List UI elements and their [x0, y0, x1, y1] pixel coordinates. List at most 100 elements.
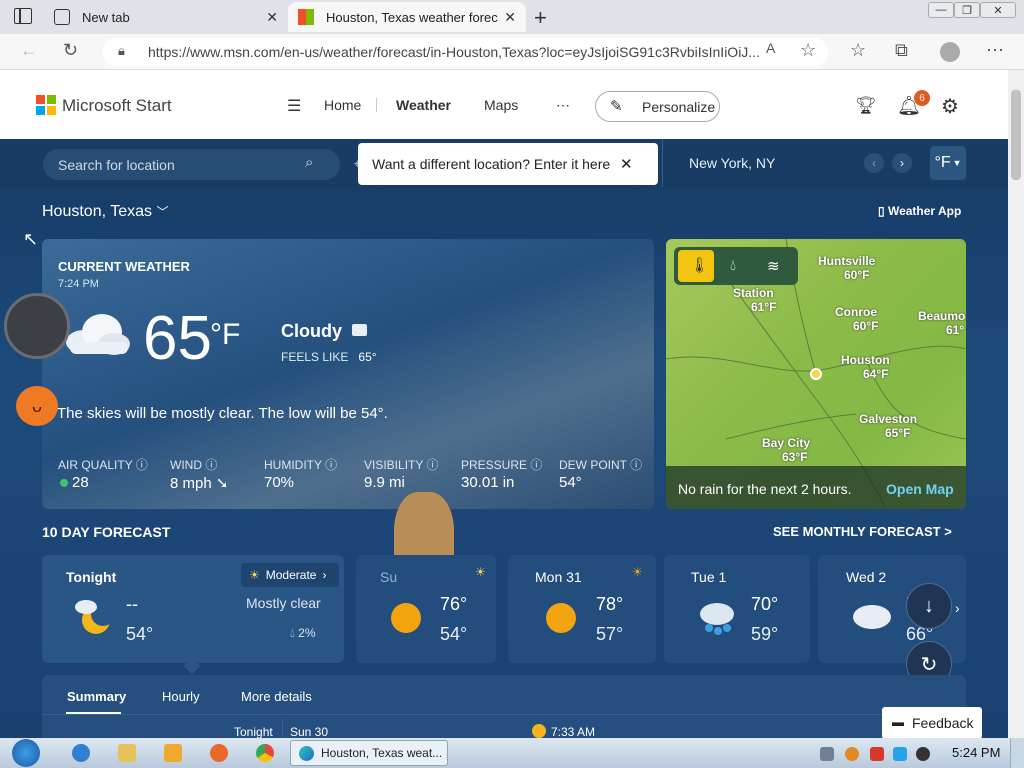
show-desktop-button[interactable] — [1010, 738, 1024, 768]
settings-gear-icon[interactable]: ⚙ — [941, 94, 959, 119]
chrome-icon[interactable] — [256, 744, 274, 762]
restore-button[interactable]: ❐ — [954, 2, 980, 18]
minimize-button[interactable]: — — [928, 2, 954, 18]
sunny-icon — [391, 603, 421, 633]
refresh-icon[interactable]: ↻ — [63, 40, 78, 61]
personalize-button[interactable]: ✎ Personalize — [595, 91, 720, 122]
scrollbar-thumb[interactable] — [1011, 90, 1021, 180]
media-player-icon[interactable] — [164, 744, 182, 762]
close-window-button[interactable]: ✕ — [980, 2, 1016, 18]
condition-text: Cloudy — [281, 321, 342, 341]
url-field[interactable]: 🔒︎ https://www.msn.com/en-us/weather/for… — [102, 38, 828, 66]
brand-name[interactable]: Microsoft Start — [62, 96, 172, 116]
tray-network-icon[interactable] — [820, 747, 834, 761]
tab-title: New tab — [82, 9, 130, 25]
sun-badge-icon: ☀ — [632, 565, 643, 579]
back-icon[interactable]: ← — [20, 40, 38, 61]
monthly-forecast-link[interactable]: SEE MONTHLY FORECAST > — [773, 524, 952, 539]
hamburger-menu-icon[interactable]: ☰ — [287, 96, 301, 116]
lock-icon[interactable]: 🔒︎ — [118, 43, 125, 59]
temperature-layer-button[interactable]: 🌡︎ — [678, 250, 714, 282]
scroll-down-arrow-icon[interactable]: ↓ — [906, 583, 952, 629]
location-search-input[interactable]: Search for location ⌕ — [43, 149, 340, 180]
taskbar-clock[interactable]: 5:24 PM — [952, 745, 1000, 760]
location-selector[interactable]: Houston, Texas ﹀ — [42, 203, 168, 221]
forecast-heading: 10 DAY FORECAST — [42, 524, 171, 540]
tooltip-text: Want a different location? Enter it here — [372, 156, 611, 172]
edge-icon — [299, 746, 314, 761]
pumpkin-icon[interactable]: ᴗ — [16, 386, 58, 426]
tray-display-icon[interactable] — [893, 747, 907, 761]
floating-widget-avatar[interactable] — [4, 293, 70, 359]
map-city-beaumont: Beaumo 61° — [918, 309, 966, 337]
close-tab-icon[interactable]: ✕ — [504, 9, 516, 26]
open-map-link[interactable]: Open Map — [886, 481, 954, 497]
rewards-trophy-icon[interactable]: 🏆︎ — [855, 96, 877, 116]
current-time: 7:24 PM — [58, 278, 99, 290]
new-tab-button[interactable]: + — [534, 5, 547, 31]
tab-more-details[interactable]: More details — [241, 689, 312, 704]
row-label-tonight: Tonight — [234, 725, 273, 739]
tray-search-icon[interactable] — [845, 747, 859, 761]
close-tab-icon[interactable]: ✕ — [266, 9, 278, 26]
weather-app-link[interactable]: ▯ Weather App — [878, 204, 961, 218]
next-city-icon[interactable]: › — [892, 153, 912, 173]
precip-chance: 💧︎ 2% — [290, 626, 316, 640]
more-nav-icon[interactable]: ⋯ — [556, 97, 570, 114]
microsoft-logo-icon[interactable] — [36, 95, 56, 115]
tab-new-tab[interactable]: New tab ✕ — [44, 2, 288, 32]
stat-visibility-value: 9.9 mi — [364, 474, 405, 491]
sunrise-time: 7:33 AM — [551, 725, 596, 739]
tab-hourly[interactable]: Hourly — [162, 689, 200, 704]
divider — [662, 139, 663, 187]
close-tooltip-icon[interactable]: ✕ — [620, 155, 633, 173]
more-menu-icon[interactable]: ⋯ — [986, 40, 1004, 61]
row-label-sun: Sun 30 — [290, 725, 329, 739]
collections-icon[interactable]: ⧉ — [895, 40, 908, 61]
thermometer-icon: 🌡︎ — [690, 257, 710, 274]
nav-divider — [376, 98, 377, 112]
tab-summary[interactable]: Summary — [67, 689, 126, 704]
nav-maps[interactable]: Maps — [484, 97, 518, 113]
map-city-conroe: Conroe 60°F — [835, 305, 879, 333]
wind-layer-icon[interactable]: ≋ — [767, 257, 780, 275]
current-temperature: 65 — [143, 304, 212, 373]
phone-icon: ▯ — [878, 204, 885, 218]
tonight-high: -- — [126, 594, 138, 614]
cloud-icon — [853, 605, 891, 629]
add-favorite-icon[interactable]: ☆ — [800, 40, 816, 61]
search-icon[interactable]: ⌕ — [305, 154, 313, 171]
tray-app-icon[interactable] — [916, 747, 930, 761]
air-quality-badge[interactable]: ☀ Moderate › — [241, 563, 339, 587]
stat-humidity-label: HUMIDITY ⓘ — [264, 458, 338, 472]
app-icon[interactable] — [210, 744, 228, 762]
nav-weather[interactable]: Weather — [396, 97, 451, 113]
profile-avatar[interactable] — [940, 42, 960, 62]
url-text: https://www.msn.com/en-us/weather/foreca… — [148, 44, 760, 60]
tab-divider — [42, 714, 966, 715]
tab-houston-weather[interactable]: Houston, Texas weather forecast ✕ — [288, 2, 526, 32]
read-aloud-icon[interactable]: A — [766, 40, 775, 56]
tab-actions-icon[interactable] — [14, 8, 32, 24]
map-city-galveston: Galveston 65°F — [859, 412, 918, 440]
tray-flag-icon[interactable] — [870, 747, 884, 761]
comment-icon[interactable] — [352, 324, 367, 336]
start-button[interactable] — [4, 738, 46, 768]
day-name: Su — [380, 569, 398, 585]
pinned-city[interactable]: New York, NY — [689, 155, 775, 171]
feedback-icon: ▬ — [892, 715, 904, 729]
nav-home[interactable]: Home — [324, 97, 361, 113]
favorites-icon[interactable]: ☆ — [850, 40, 866, 61]
taskbar-edge-window[interactable]: Houston, Texas weat... — [290, 740, 448, 766]
precipitation-layer-icon[interactable]: 💧︎ — [730, 257, 736, 274]
tonight-description: Mostly clear — [246, 595, 321, 611]
feedback-button[interactable]: ▬ Feedback — [882, 707, 982, 739]
feedback-label: Feedback — [912, 715, 974, 731]
forecast-card-tue[interactable] — [664, 555, 810, 663]
unit-selector[interactable]: °F ▼ — [930, 146, 966, 180]
next-days-chevron-icon[interactable]: › — [955, 600, 960, 616]
internet-explorer-icon[interactable] — [72, 744, 90, 762]
map-city-houston: Houston 64°F — [841, 353, 890, 381]
prev-city-icon[interactable]: ‹ — [864, 153, 884, 173]
file-explorer-icon[interactable] — [118, 744, 136, 762]
